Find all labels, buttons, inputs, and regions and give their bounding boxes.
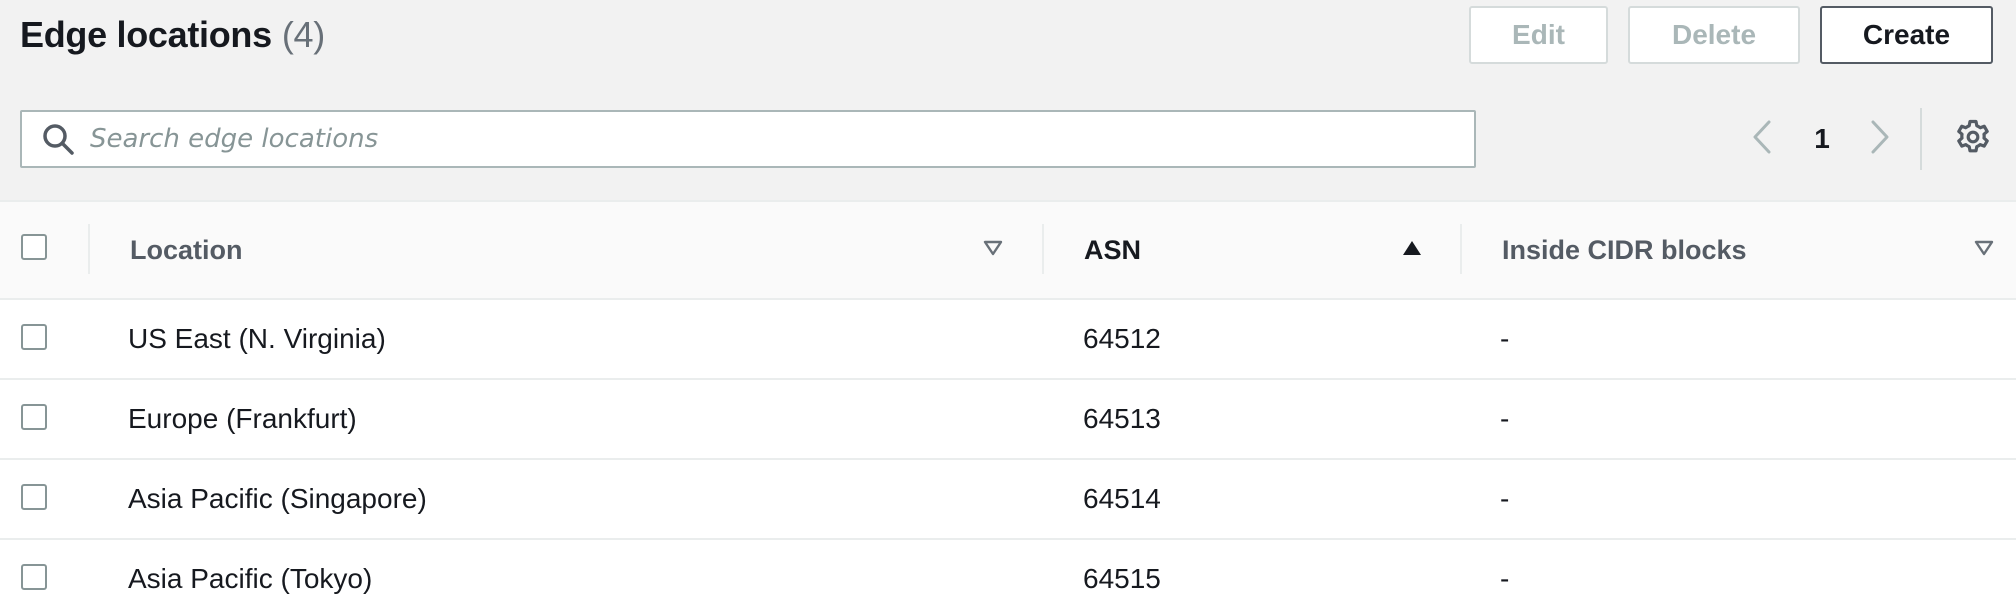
page-title: Edge locations (4) xyxy=(20,14,325,56)
pagination-divider xyxy=(1920,108,1922,170)
cell-inside-cidr-blocks: - xyxy=(1500,483,1510,514)
row-checkbox[interactable] xyxy=(21,484,47,510)
cell-inside-cidr-blocks: - xyxy=(1500,563,1510,594)
row-checkbox[interactable] xyxy=(21,404,47,430)
row-checkbox[interactable] xyxy=(21,324,47,350)
gear-icon xyxy=(1955,119,1991,160)
cell-asn: 64515 xyxy=(1083,563,1161,594)
search-icon xyxy=(38,119,78,159)
cell-location: US East (N. Virginia) xyxy=(128,323,386,354)
create-button[interactable]: Create xyxy=(1820,6,1993,64)
sort-caret-up-filled-icon[interactable] xyxy=(1400,236,1424,260)
chevron-left-icon xyxy=(1751,119,1773,160)
table-row[interactable]: Europe (Frankfurt) 64513 - xyxy=(0,380,2016,460)
column-separator xyxy=(88,224,90,274)
column-header-location[interactable]: Location xyxy=(130,202,243,298)
cell-inside-cidr-blocks: - xyxy=(1500,323,1510,354)
preferences-button[interactable] xyxy=(1952,118,1994,160)
column-header-asn[interactable]: ASN xyxy=(1084,202,1141,298)
edge-locations-panel: Edge locations(4) Edit Delete Create 1 xyxy=(0,0,2016,612)
table-row[interactable]: US East (N. Virginia) 64512 - xyxy=(0,300,2016,380)
column-separator xyxy=(1042,224,1044,274)
search-box[interactable] xyxy=(20,110,1476,168)
next-page-button[interactable] xyxy=(1860,118,1900,160)
cell-asn: 64512 xyxy=(1083,323,1161,354)
sort-caret-down-outline-icon[interactable] xyxy=(981,236,1005,260)
chevron-right-icon xyxy=(1869,119,1891,160)
select-all-checkbox[interactable] xyxy=(21,234,47,260)
table-header: Location ASN Inside CIDR blocks xyxy=(0,202,2016,300)
table-row[interactable]: Asia Pacific (Tokyo) 64515 - xyxy=(0,540,2016,612)
edit-button[interactable]: Edit xyxy=(1469,6,1608,64)
row-checkbox[interactable] xyxy=(21,564,47,590)
cell-inside-cidr-blocks: - xyxy=(1500,403,1510,434)
sort-caret-down-outline-icon[interactable] xyxy=(1972,236,1996,260)
cell-location: Asia Pacific (Singapore) xyxy=(128,483,427,514)
cell-asn: 64513 xyxy=(1083,403,1161,434)
delete-button[interactable]: Delete xyxy=(1628,6,1800,64)
table-row[interactable]: Asia Pacific (Singapore) 64514 - xyxy=(0,460,2016,540)
title-text: Edge locations xyxy=(20,14,272,55)
previous-page-button[interactable] xyxy=(1742,118,1782,160)
column-separator xyxy=(1460,224,1462,274)
column-header-inside-cidr-blocks[interactable]: Inside CIDR blocks xyxy=(1502,202,1747,298)
page-number-current[interactable]: 1 xyxy=(1802,118,1842,160)
search-input[interactable] xyxy=(90,124,1450,154)
cell-location: Europe (Frankfurt) xyxy=(128,403,357,434)
cell-asn: 64514 xyxy=(1083,483,1161,514)
item-count: (4) xyxy=(281,14,325,55)
cell-location: Asia Pacific (Tokyo) xyxy=(128,563,373,594)
panel-header: Edge locations(4) Edit Delete Create 1 xyxy=(0,0,2016,202)
